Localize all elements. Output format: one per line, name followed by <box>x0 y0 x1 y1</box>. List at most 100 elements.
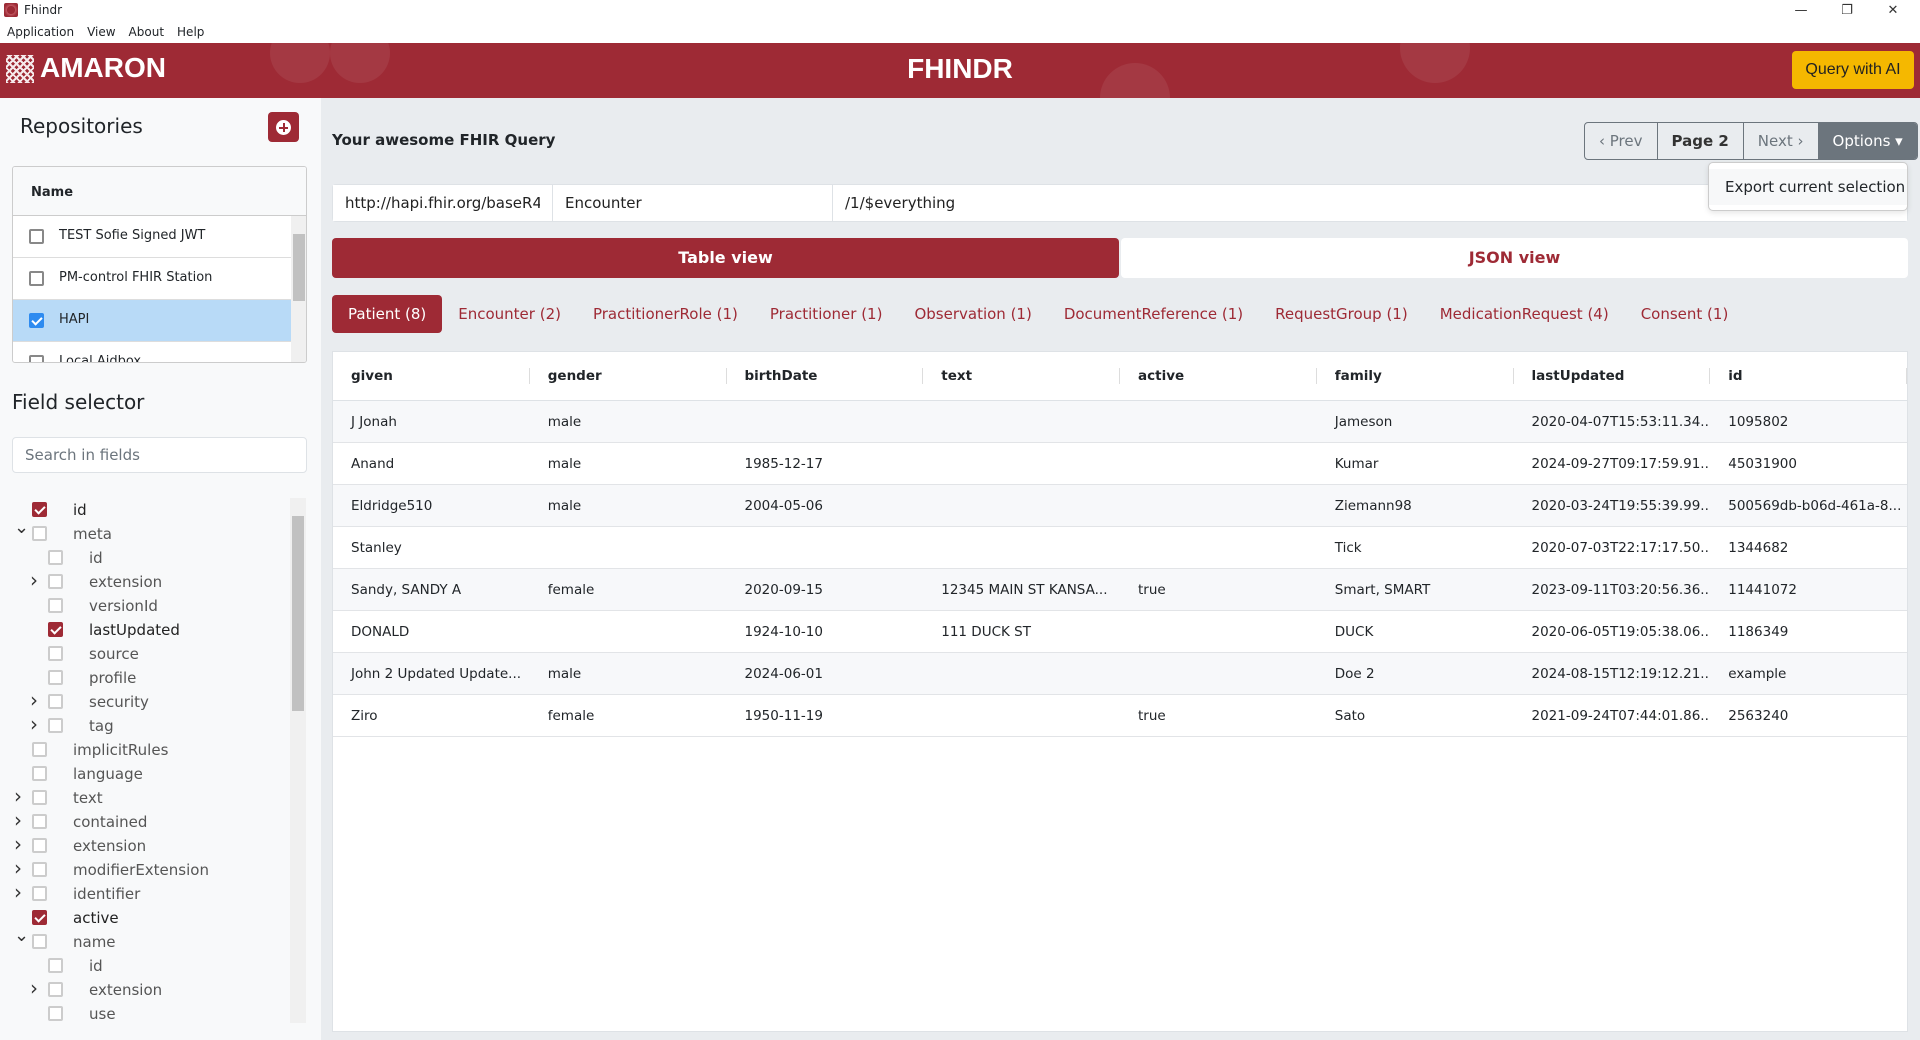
field-node[interactable]: › text <box>0 784 290 810</box>
column-header-family[interactable]: family <box>1317 352 1514 400</box>
repo-row[interactable]: HAPI <box>13 300 291 342</box>
column-header-lastUpdated[interactable]: lastUpdated <box>1514 352 1711 400</box>
base-url-input[interactable] <box>333 185 553 221</box>
field-checkbox[interactable] <box>48 574 63 589</box>
field-node[interactable]: ⌄ name <box>0 925 290 954</box>
repo-checkbox[interactable] <box>29 355 44 362</box>
menu-application[interactable]: Application <box>7 21 74 43</box>
tab-resource[interactable]: Patient (8) <box>332 295 443 333</box>
field-node[interactable]: id <box>0 546 290 570</box>
column-header-text[interactable]: text <box>923 352 1120 400</box>
chevron-right-icon[interactable]: › <box>14 856 26 880</box>
field-checkbox[interactable] <box>32 742 47 757</box>
tab-resource[interactable]: Consent (1) <box>1625 295 1745 333</box>
tab-resource[interactable]: Practitioner (1) <box>754 295 899 333</box>
column-header-active[interactable]: active <box>1120 352 1317 400</box>
menu-view[interactable]: View <box>87 21 115 43</box>
repo-row[interactable]: PM-control FHIR Station <box>13 258 291 300</box>
close-button[interactable]: ✕ <box>1870 0 1916 21</box>
prev-button[interactable]: ‹ Prev <box>1585 123 1658 159</box>
field-checkbox[interactable] <box>32 886 47 901</box>
table-row[interactable]: John 2 Updated Update... male 2024-06-01 Do… <box>333 653 1907 695</box>
field-checkbox[interactable] <box>48 646 63 661</box>
column-header-gender[interactable]: gender <box>530 352 727 400</box>
repo-checkbox[interactable] <box>29 271 44 286</box>
tab-resource[interactable]: Observation (1) <box>898 295 1047 333</box>
field-checkbox[interactable] <box>32 838 47 853</box>
repo-checkbox[interactable] <box>29 313 44 328</box>
column-header-id[interactable]: id <box>1710 352 1907 400</box>
table-view-button[interactable]: Table view <box>332 238 1119 278</box>
field-node[interactable]: › security <box>0 688 290 714</box>
field-checkbox[interactable] <box>32 790 47 805</box>
field-checkbox[interactable] <box>32 502 47 517</box>
field-node[interactable]: ⌄ meta <box>0 517 290 546</box>
field-node[interactable]: id <box>0 498 290 522</box>
restore-button[interactable]: ❐ <box>1824 0 1870 21</box>
repo-row[interactable]: TEST Sofie Signed JWT <box>13 216 291 258</box>
field-checkbox[interactable] <box>32 814 47 829</box>
json-view-button[interactable]: JSON view <box>1121 238 1908 278</box>
chevron-right-icon[interactable]: › <box>30 568 42 592</box>
field-node[interactable]: language <box>0 762 290 786</box>
field-checkbox[interactable] <box>32 910 47 925</box>
table-row[interactable]: Sandy, SANDY A female 2020-09-15 12345 MAIN… <box>333 569 1907 611</box>
field-node[interactable]: › extension <box>0 832 290 858</box>
options-dropdown-button[interactable]: Options ▾ <box>1818 123 1917 159</box>
field-node[interactable]: lastUpdated <box>0 618 290 642</box>
table-row[interactable]: DONALD 1924-10-10 111 DUCK ST DUCK 2020-06-0… <box>333 611 1907 653</box>
field-node[interactable]: › contained <box>0 808 290 834</box>
field-node[interactable]: › identifier <box>0 880 290 906</box>
scrollbar-thumb[interactable] <box>292 516 304 711</box>
field-node[interactable]: profile <box>0 666 290 690</box>
repo-checkbox[interactable] <box>29 229 44 244</box>
table-row[interactable]: Stanley Tick 2020-07-03T22:17:17.50... 1344… <box>333 527 1907 569</box>
next-button[interactable]: Next › <box>1744 123 1819 159</box>
field-checkbox[interactable] <box>48 718 63 733</box>
chevron-right-icon[interactable]: › <box>14 832 26 856</box>
field-checkbox[interactable] <box>32 862 47 877</box>
column-header-birthDate[interactable]: birthDate <box>727 352 924 400</box>
query-with-ai-button[interactable]: Query with AI <box>1792 51 1914 89</box>
chevron-right-icon[interactable]: › <box>14 808 26 832</box>
repo-scrollbar[interactable] <box>291 216 306 362</box>
field-checkbox[interactable] <box>32 934 47 949</box>
scrollbar-thumb[interactable] <box>293 234 305 301</box>
chevron-right-icon[interactable]: › <box>14 880 26 904</box>
field-node[interactable]: implicitRules <box>0 738 290 762</box>
tab-resource[interactable]: MedicationRequest (4) <box>1424 295 1625 333</box>
tab-resource[interactable]: Encounter (2) <box>442 295 577 333</box>
tab-resource[interactable]: RequestGroup (1) <box>1259 295 1424 333</box>
field-checkbox[interactable] <box>48 550 63 565</box>
tab-resource[interactable]: PractitionerRole (1) <box>577 295 754 333</box>
menu-help[interactable]: Help <box>177 21 204 43</box>
minimize-button[interactable]: — <box>1778 0 1824 21</box>
field-checkbox[interactable] <box>48 670 63 685</box>
repo-row[interactable]: Local Aidbox <box>13 342 291 362</box>
table-row[interactable]: Anand male 1985-12-17 Kumar 2024-09-27T09:17… <box>333 443 1907 485</box>
chevron-right-icon[interactable]: › <box>30 688 42 712</box>
chevron-down-icon[interactable]: ⌄ <box>14 516 29 540</box>
field-checkbox[interactable] <box>48 622 63 637</box>
field-node[interactable]: › extension <box>0 976 290 1002</box>
field-checkbox[interactable] <box>32 766 47 781</box>
table-row[interactable]: Eldridge510 male 2004-05-06 Ziemann98 2020-0… <box>333 485 1907 527</box>
column-header-given[interactable]: given <box>333 352 530 400</box>
chevron-down-icon[interactable]: ⌄ <box>14 924 29 948</box>
field-node[interactable]: active <box>0 906 290 930</box>
field-tree-scrollbar[interactable] <box>290 498 306 1023</box>
table-row[interactable]: Ziro female 1950-11-19 true Sato 2021-09-24T0… <box>333 695 1907 737</box>
field-node[interactable]: › tag <box>0 712 290 738</box>
table-row[interactable]: J Jonah male Jameson 2020-04-07T15:53:11.34… <box>333 401 1907 443</box>
field-checkbox[interactable] <box>48 1006 63 1021</box>
field-node[interactable]: id <box>0 954 290 978</box>
field-checkbox[interactable] <box>32 526 47 541</box>
field-checkbox[interactable] <box>48 694 63 709</box>
field-node[interactable]: source <box>0 642 290 666</box>
field-node[interactable]: › extension <box>0 568 290 594</box>
field-node[interactable]: versionId <box>0 594 290 618</box>
export-current-selection-item[interactable]: Export current selection <box>1709 169 1907 205</box>
field-checkbox[interactable] <box>48 598 63 613</box>
chevron-right-icon[interactable]: › <box>30 976 42 1000</box>
add-repository-button[interactable] <box>268 112 299 142</box>
